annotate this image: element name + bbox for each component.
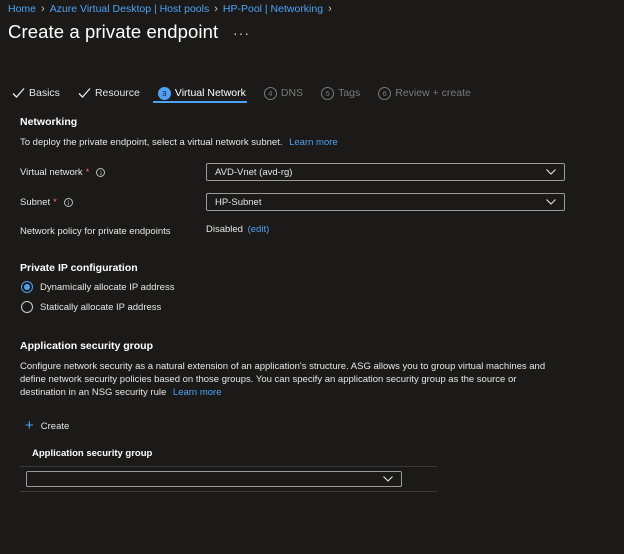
required-marker: * (53, 197, 57, 208)
breadcrumb-hp-pool-networking[interactable]: HP-Pool | Networking (223, 3, 323, 15)
breadcrumb-home[interactable]: Home (8, 3, 36, 15)
ip-config-heading: Private IP configuration (20, 262, 138, 274)
more-options-icon[interactable]: ··· (233, 25, 250, 41)
radio-dynamic-ip[interactable]: Dynamically allocate IP address (21, 281, 174, 293)
asg-learn-more-link[interactable]: Learn more (173, 387, 222, 398)
step-number-badge: 3 (157, 86, 171, 100)
tab-label: Basics (29, 87, 60, 99)
policy-edit-link[interactable]: (edit) (248, 224, 270, 235)
chevron-right-icon: › (41, 3, 45, 15)
asg-heading: Application security group (20, 340, 154, 352)
tab-label: Review + create (395, 87, 471, 99)
plus-icon: + (25, 417, 34, 434)
chevron-down-icon (546, 199, 556, 205)
subnet-value: HP-Subnet (215, 196, 262, 208)
wizard-tabs: Basics Resource 3 Virtual Network 4 DNS … (12, 84, 489, 102)
breadcrumb: Home › Azure Virtual Desktop | Host pool… (8, 2, 337, 16)
radio-button-checked[interactable] (21, 281, 33, 293)
asg-select[interactable] (26, 471, 402, 487)
create-label: Create (40, 420, 70, 432)
asg-description: Configure network security as a natural … (20, 361, 546, 398)
networking-description: To deploy the private endpoint, select a… (20, 137, 338, 148)
chevron-down-icon (546, 169, 556, 175)
tab-dns[interactable]: 4 DNS (263, 86, 304, 100)
tab-tags[interactable]: 5 Tags (321, 86, 361, 100)
networking-heading: Networking (20, 116, 78, 128)
step-number-badge: 6 (378, 86, 392, 100)
breadcrumb-host-pools[interactable]: Azure Virtual Desktop | Host pools (50, 3, 210, 15)
info-icon[interactable]: i (63, 198, 73, 207)
tab-label: Tags (338, 87, 361, 99)
tab-virtual-network[interactable]: 3 Virtual Network (157, 86, 246, 100)
virtual-network-select[interactable]: AVD-Vnet (avd-rg) (206, 163, 565, 181)
asg-column-header: Application security group (32, 448, 153, 459)
tab-label: Resource (94, 87, 140, 99)
radio-static-label: Statically allocate IP address (40, 301, 162, 313)
chevron-right-icon: › (328, 3, 332, 15)
radio-dynamic-label: Dynamically allocate IP address (40, 281, 175, 293)
chevron-right-icon: › (214, 3, 218, 15)
tab-basics[interactable]: Basics (12, 87, 60, 99)
step-number-badge: 5 (321, 86, 335, 100)
tab-review-create[interactable]: 6 Review + create (378, 86, 471, 100)
tab-resource[interactable]: Resource (78, 87, 140, 99)
table-divider (20, 466, 437, 467)
network-policy-value: Disabled (edit) (206, 224, 270, 235)
info-icon[interactable]: i (96, 168, 106, 177)
chevron-down-icon (383, 476, 393, 482)
active-tab-indicator (153, 101, 247, 103)
table-divider (20, 491, 437, 492)
subnet-select[interactable]: HP-Subnet (206, 193, 565, 211)
learn-more-link[interactable]: Learn more (289, 137, 338, 148)
tab-label: Virtual Network (174, 87, 246, 99)
radio-button-unchecked[interactable] (21, 301, 33, 313)
step-number-badge: 4 (263, 86, 277, 100)
network-policy-label: Network policy for private endpoints (20, 226, 171, 237)
create-asg-button[interactable]: + Create (25, 417, 70, 434)
required-marker: * (85, 167, 90, 178)
virtual-network-label: Virtual network * i (20, 167, 106, 178)
page-title: Create a private endpoint (8, 21, 219, 42)
radio-static-ip[interactable]: Statically allocate IP address (21, 301, 161, 313)
tab-label: DNS (280, 87, 304, 99)
checkmark-icon (12, 88, 25, 98)
subnet-label: Subnet * i (20, 197, 73, 208)
checkmark-icon (78, 88, 91, 98)
virtual-network-value: AVD-Vnet (avd-rg) (215, 166, 293, 178)
